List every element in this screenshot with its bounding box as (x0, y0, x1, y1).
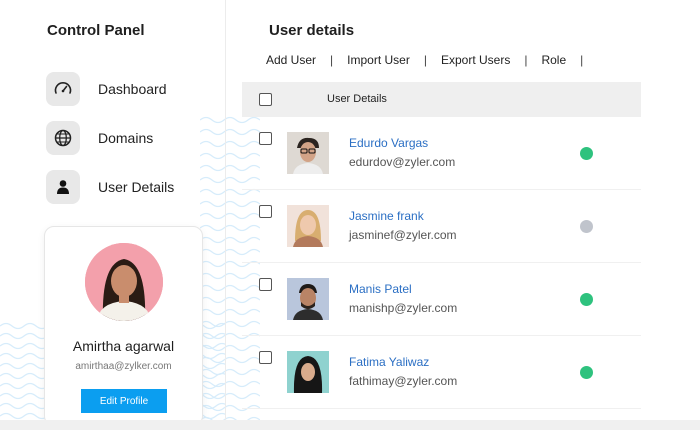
sidebar: Control Panel Dashboard Domains User Det… (24, 0, 226, 426)
column-header-user-details: User Details (327, 93, 387, 105)
sidebar-item-user-details[interactable]: User Details (46, 169, 216, 205)
table-header: User Details (242, 82, 641, 117)
avatar (287, 205, 329, 247)
row-checkbox[interactable] (259, 132, 272, 145)
toolbar-separator: | (524, 53, 528, 67)
user-email: fathimay@zyler.com (349, 374, 458, 388)
user-name-link[interactable]: Edurdo Vargas (349, 136, 428, 150)
row-checkbox[interactable] (259, 351, 272, 364)
globe-icon (46, 121, 80, 155)
user-icon (46, 170, 80, 204)
status-indicator (580, 147, 593, 160)
profile-name: Amirtha agarwal (72, 338, 175, 354)
app-window: Control Panel Dashboard Domains User Det… (24, 0, 641, 426)
gauge-icon (46, 72, 80, 106)
toolbar-separator: | (330, 53, 334, 67)
sidebar-title: Control Panel (47, 22, 145, 39)
profile-email: amirthaa@zylker.com (75, 361, 172, 372)
user-name-link[interactable]: Jasmine frank (349, 209, 424, 223)
main-content: User details Add User | Import User | Ex… (242, 0, 641, 420)
sidebar-item-dashboard[interactable]: Dashboard (46, 71, 216, 107)
sidebar-item-label: Dashboard (98, 81, 167, 97)
avatar (287, 351, 329, 393)
table-row[interactable]: Edurdo Vargas edurdov@zyler.com (242, 117, 641, 190)
row-checkbox[interactable] (259, 278, 272, 291)
export-users-button[interactable]: Export Users (441, 53, 510, 67)
bottom-bar (0, 420, 700, 430)
status-indicator (580, 293, 593, 306)
user-name-link[interactable]: Manis Patel (349, 282, 412, 296)
sidebar-item-label: Domains (98, 130, 154, 146)
profile-card: Amirtha agarwal amirthaa@zylker.com Edit… (44, 226, 203, 426)
toolbar-separator: | (580, 53, 584, 67)
avatar (287, 132, 329, 174)
add-user-button[interactable]: Add User (266, 53, 316, 67)
status-indicator (580, 220, 593, 233)
toolbar-separator: | (423, 53, 427, 67)
row-checkbox[interactable] (259, 205, 272, 218)
user-email: edurdov@zyler.com (349, 155, 456, 169)
select-all-checkbox[interactable] (259, 93, 272, 106)
avatar (287, 278, 329, 320)
table-row[interactable]: Fatima Yaliwaz fathimay@zyler.com (242, 336, 641, 409)
edit-profile-button[interactable]: Edit Profile (81, 389, 167, 413)
user-email: jasminef@zyler.com (349, 228, 457, 242)
status-indicator (580, 366, 593, 379)
table-row[interactable]: Jasmine frank jasminef@zyler.com (242, 190, 641, 263)
sidebar-item-label: User Details (98, 179, 175, 195)
user-email: manishp@zyler.com (349, 301, 458, 315)
page-title: User details (269, 22, 355, 39)
table-row[interactable]: Manis Patel manishp@zyler.com (242, 263, 641, 336)
avatar (85, 243, 163, 321)
role-button[interactable]: Role (541, 53, 566, 67)
sidebar-item-domains[interactable]: Domains (46, 120, 216, 156)
import-user-button[interactable]: Import User (347, 53, 410, 67)
user-toolbar: Add User | Import User | Export Users | … (266, 53, 583, 67)
user-name-link[interactable]: Fatima Yaliwaz (349, 355, 429, 369)
